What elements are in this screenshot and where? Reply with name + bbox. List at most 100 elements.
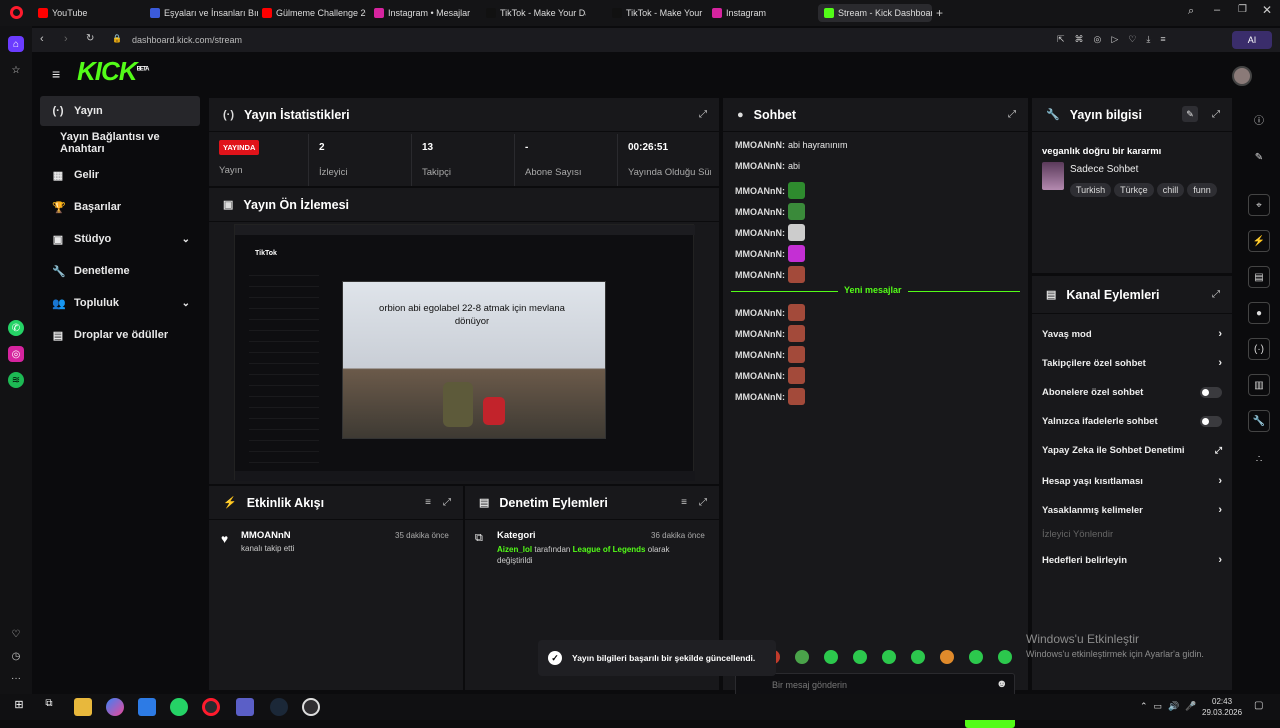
chat-message[interactable]: MMOANnN: (735, 325, 805, 342)
file-explorer-icon[interactable] (74, 698, 92, 716)
chat-message[interactable]: MMOANnN: (735, 266, 805, 283)
chat-message[interactable]: MMOANnN: (735, 203, 805, 220)
expand-icon[interactable]: ⤢ (1212, 289, 1220, 300)
chat-username[interactable]: MMOANnN: (735, 371, 785, 381)
channel-action-item[interactable]: Yapay Zeka ile Sohbet Denetimi ⤢ (1042, 445, 1222, 456)
opera-taskbar-icon[interactable] (202, 698, 220, 716)
store-icon[interactable] (138, 698, 156, 716)
expand-icon[interactable]: ⤢ (1008, 109, 1016, 120)
minimize-icon[interactable]: – (1214, 4, 1220, 16)
browser-tab[interactable]: Gülmeme Challenge 2025 (262, 4, 366, 22)
chat-message[interactable]: MMOANnN: (735, 245, 805, 262)
toggle-switch[interactable] (1200, 416, 1222, 427)
tag-chip[interactable]: funn (1187, 183, 1217, 197)
mod-game-link[interactable]: League of Legends (573, 545, 646, 554)
maximize-icon[interactable]: ❐ (1238, 4, 1247, 15)
chat-message[interactable]: MMOANnN: (735, 304, 805, 321)
chat-username[interactable]: MMOANnN: (735, 392, 785, 402)
channel-action-item[interactable]: Hesap yaşı kısıtlaması › (1042, 475, 1222, 487)
chat-username[interactable]: MMOANnN: (735, 161, 785, 171)
nav-item[interactable]: Yayın Bağlantısı ve Anahtarı (40, 128, 200, 158)
teams-icon[interactable] (236, 698, 254, 716)
whatsapp-icon[interactable]: ✆ (8, 320, 24, 336)
document-icon[interactable]: ▤ (1248, 266, 1270, 288)
opera-logo-icon[interactable] (10, 6, 23, 19)
chat-message[interactable]: MMOANnN: (735, 388, 805, 405)
stream-preview-video[interactable]: TikTok orbion abi egolabel 22-8 atmak iç… (234, 224, 695, 481)
toggle-switch[interactable] (1200, 387, 1222, 398)
emote-picker-icon[interactable] (911, 650, 925, 664)
more-icon[interactable]: ··· (8, 670, 24, 686)
browser-tab[interactable]: TikTok - Make Your Da (612, 4, 704, 22)
emote-picker-icon[interactable] (824, 650, 838, 664)
channel-action-item[interactable]: Takipçilere özel sohbet › (1042, 357, 1222, 369)
channel-action-item[interactable]: Hedefleri belirleyin › (1042, 554, 1222, 566)
heart-icon[interactable]: ♡ (8, 626, 24, 642)
chat-username[interactable]: MMOANnN: (735, 308, 785, 318)
whatsapp-taskbar-icon[interactable] (170, 698, 188, 716)
edit-icon[interactable]: ✎ (1248, 146, 1270, 168)
filter-icon[interactable]: ≡ (681, 497, 687, 508)
instagram-icon[interactable]: ◎ (8, 346, 24, 362)
chat-message[interactable]: MMOANnN: (735, 182, 805, 199)
nav-item[interactable]: 🔧 Denetleme (40, 256, 200, 286)
browser-tab[interactable]: YouTube (38, 4, 118, 22)
channel-action-item[interactable]: Yasaklanmış kelimeler › (1042, 504, 1222, 516)
chat-message[interactable]: MMOANnN: (735, 367, 805, 384)
tag-chip[interactable]: Turkish (1070, 183, 1112, 197)
tag-chip[interactable]: chill (1156, 183, 1185, 197)
broadcast-icon[interactable]: (·) (1248, 338, 1270, 360)
emote-picker-icon[interactable] (940, 650, 954, 664)
bolt-icon[interactable]: ⚡ (1248, 230, 1270, 252)
copilot-icon[interactable] (106, 698, 124, 716)
close-window-icon[interactable]: ✕ (1262, 3, 1272, 17)
reload-icon[interactable]: ↻ (86, 33, 94, 44)
browser-tab[interactable]: TikTok - Make Your Day (486, 4, 586, 22)
emote-picker-icon[interactable] (853, 650, 867, 664)
wrench-icon[interactable]: 🔧 (1248, 410, 1270, 432)
filter-icon[interactable]: ≡ (425, 497, 431, 508)
nav-item[interactable]: ▤ Droplar ve ödüller (40, 320, 200, 350)
browser-tab[interactable]: Stream - Kick Dashboard (818, 4, 932, 22)
chat-message[interactable]: MMOANnN: (735, 224, 805, 241)
info-icon[interactable]: ⓘ (1248, 108, 1270, 130)
chat-message[interactable]: MMOANnN: abi hayranınım (735, 140, 848, 150)
chevron-right-icon[interactable]: › (1218, 504, 1222, 516)
kick-logo[interactable]: KICKBETA (77, 56, 149, 87)
chat-username[interactable]: MMOANnN: (735, 270, 785, 280)
back-icon[interactable]: ‹ (40, 33, 44, 45)
expand-icon[interactable]: ⤢ (699, 109, 707, 120)
users-icon[interactable]: ∴ (1248, 448, 1270, 470)
nav-item[interactable]: 👥 Topluluk ⌄ (40, 288, 200, 318)
clock-time[interactable]: 02:43 (1212, 697, 1232, 706)
chat-message[interactable]: MMOANnN: (735, 346, 805, 363)
chat-username[interactable]: MMOANnN: (735, 350, 785, 360)
chevron-right-icon[interactable]: › (1218, 554, 1222, 566)
chevron-right-icon[interactable]: › (1218, 357, 1222, 369)
chat-message[interactable]: MMOANnN: abi (735, 161, 800, 171)
external-link-icon[interactable]: ⤢ (1215, 445, 1222, 456)
edit-icon[interactable]: ✎ (1182, 106, 1198, 122)
search-tabs-icon[interactable]: ⌕ (1188, 5, 1194, 18)
chat-username[interactable]: MMOANnN: (735, 140, 785, 150)
hamburger-menu-icon[interactable]: ≡ (52, 66, 60, 82)
emote-picker-icon[interactable] (998, 650, 1012, 664)
forward-icon[interactable]: › (64, 33, 68, 45)
browser-tab[interactable]: Eşyaları ve İnsanları Bırakır (150, 4, 258, 22)
chevron-right-icon[interactable]: › (1218, 328, 1222, 340)
emote-picker-icon[interactable] (969, 650, 983, 664)
obs-icon[interactable] (302, 698, 320, 716)
browser-tab[interactable]: Instagram (712, 4, 772, 22)
star-icon[interactable]: ☆ (8, 62, 24, 78)
channel-action-item[interactable]: Abonelere özel sohbet (1042, 387, 1222, 398)
channel-action-item[interactable]: İzleyici Yönlendir (1042, 529, 1222, 540)
new-tab-icon[interactable]: + (936, 6, 943, 20)
chat-username[interactable]: MMOANnN: (735, 228, 785, 238)
nav-item[interactable]: (·) Yayın (40, 96, 200, 126)
notification-icon[interactable]: ▢ (1254, 700, 1263, 711)
home-icon[interactable]: ⌂ (8, 36, 24, 52)
clock-date[interactable]: 29.03.2026 (1202, 708, 1242, 717)
chevron-right-icon[interactable]: › (1218, 475, 1222, 487)
ai-button[interactable]: AI (1232, 31, 1272, 49)
chat-username[interactable]: MMOANnN: (735, 249, 785, 259)
